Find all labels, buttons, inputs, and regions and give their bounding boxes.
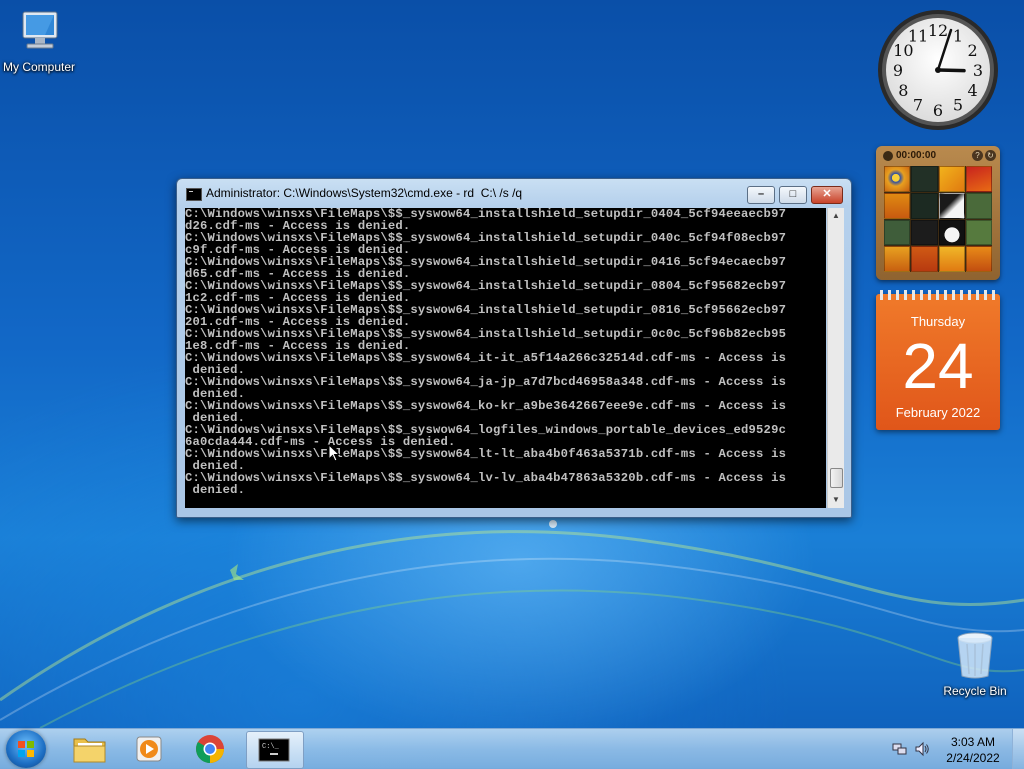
clock-gadget[interactable]: 12 1234567891011	[876, 8, 1000, 132]
puzzle-grid[interactable]	[884, 166, 992, 272]
show-desktop-button[interactable]	[1012, 729, 1024, 769]
puzzle-shuffle-button[interactable]: ↻	[985, 150, 996, 161]
clock-numeral: 11	[908, 26, 928, 45]
taskbar-explorer-button[interactable]	[62, 731, 118, 767]
clock-numeral: 12	[928, 21, 948, 40]
scrollbar-thumb[interactable]	[830, 468, 843, 488]
cmd-icon: C:\_	[258, 738, 290, 762]
puzzle-timer: 00:00:00	[896, 150, 937, 161]
puzzle-tile[interactable]	[938, 219, 965, 246]
network-icon[interactable]	[892, 741, 908, 757]
scroll-down-icon[interactable]: ▼	[828, 492, 844, 508]
puzzle-tile[interactable]	[965, 246, 992, 272]
volume-icon[interactable]	[914, 741, 930, 757]
cmd-window-title: Administrator: C:\Windows\System32\cmd.e…	[206, 186, 523, 200]
puzzle-tile[interactable]	[884, 166, 911, 192]
calendar-rings	[880, 290, 996, 300]
puzzle-tile[interactable]	[911, 166, 938, 192]
media-player-icon	[136, 736, 162, 762]
computer-icon	[22, 11, 58, 49]
tray-date: 2/24/2022	[946, 751, 1000, 765]
taskbar: C:\_ 3:03 AM 2/24/2022	[0, 728, 1024, 769]
clock-numeral: 5	[953, 96, 963, 115]
maximize-button[interactable]: □	[779, 186, 807, 204]
puzzle-help-button[interactable]: ?	[972, 150, 983, 161]
clock-numeral: 9	[893, 61, 903, 80]
scroll-up-icon[interactable]: ▲	[828, 208, 844, 224]
clock-hour-hand	[936, 68, 966, 73]
clock-numeral: 6	[933, 101, 943, 120]
picture-puzzle-gadget[interactable]: 00:00:00 ? ↻	[876, 146, 1000, 280]
taskbar-media-player-button[interactable]	[122, 731, 178, 767]
close-icon: ✕	[822, 188, 832, 200]
taskbar-chrome-button[interactable]	[182, 731, 238, 767]
puzzle-tile[interactable]	[884, 192, 911, 219]
cmd-window[interactable]: Administrator: C:\Windows\System32\cmd.e…	[176, 178, 852, 518]
calendar-month-year: February 2022	[895, 405, 981, 420]
clock-numeral: 4	[968, 81, 978, 100]
svg-text:C:\_: C:\_	[262, 743, 280, 751]
clock-numeral: 2	[968, 41, 978, 60]
desktop-icon-label: Recycle Bin	[943, 684, 1007, 698]
puzzle-tile[interactable]	[911, 192, 938, 219]
clock-numeral: 8	[898, 81, 908, 100]
vertical-scrollbar[interactable]: ▲ ▼	[827, 208, 844, 508]
calendar-weekday: Thursday	[910, 314, 966, 329]
folder-icon	[73, 738, 106, 763]
puzzle-tile[interactable]	[965, 192, 992, 219]
tray-time: 3:03 AM	[950, 735, 996, 749]
cmd-title-bar[interactable]: Administrator: C:\Windows\System32\cmd.e…	[177, 179, 851, 207]
close-button[interactable]: ✕	[811, 186, 843, 204]
console-text: C:\Windows\winsxs\FileMaps\$$_syswow64_i…	[185, 208, 787, 497]
puzzle-tile[interactable]	[884, 219, 911, 246]
puzzle-tile[interactable]	[938, 192, 965, 219]
puzzle-tile[interactable]	[965, 166, 992, 192]
maximize-icon: □	[789, 188, 797, 200]
recycle-bin-icon	[957, 632, 993, 679]
cmd-window-icon	[186, 188, 202, 201]
minimize-icon: –	[757, 188, 765, 200]
clock-numeral: 1	[953, 26, 963, 45]
chrome-icon	[196, 735, 224, 763]
desktop-icon-label: My Computer	[2, 60, 76, 74]
calendar-gadget[interactable]: Thursday 24 February 2022	[876, 290, 1000, 430]
mouse-cursor-icon	[328, 444, 340, 462]
minimize-button[interactable]: –	[747, 186, 775, 204]
tray-clock[interactable]: 3:03 AM 2/24/2022	[945, 734, 1001, 766]
puzzle-tile[interactable]	[938, 166, 965, 192]
console-output[interactable]: C:\Windows\winsxs\FileMaps\$$_syswow64_i…	[185, 208, 826, 508]
calendar-day-number: 24	[902, 330, 974, 402]
puzzle-tile[interactable]	[965, 219, 992, 246]
puzzle-tile[interactable]	[911, 246, 938, 272]
desktop-icon-recycle-bin[interactable]: Recycle Bin	[933, 630, 1017, 698]
puzzle-tile[interactable]	[938, 246, 965, 272]
puzzle-tile[interactable]	[884, 246, 911, 272]
desktop-icon-my-computer[interactable]: My Computer	[0, 8, 81, 74]
clock-numeral: 7	[913, 96, 923, 115]
start-button[interactable]	[6, 730, 46, 768]
taskbar-cmd-button[interactable]: C:\_	[246, 731, 304, 769]
timer-icon	[883, 151, 893, 161]
clock-numeral: 3	[973, 61, 983, 80]
puzzle-tile[interactable]	[911, 219, 938, 246]
